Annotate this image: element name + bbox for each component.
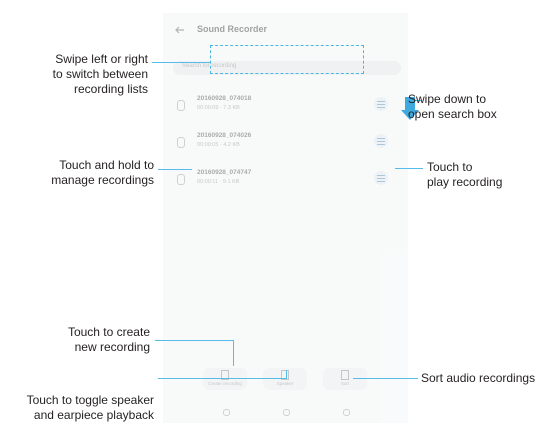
callout-line-toggle-drop: [286, 370, 287, 379]
back-arrow-icon[interactable]: [175, 25, 185, 35]
callout-line-swipe: [152, 62, 210, 63]
play-icon[interactable]: [374, 171, 388, 185]
callout-line-touch-hold: [158, 169, 192, 170]
create-recording-button[interactable]: Create recording: [203, 368, 247, 390]
bottom-action-bar: Create recording Speaker Sort: [203, 368, 373, 390]
play-icon[interactable]: [374, 97, 388, 111]
callout-line-touch-play: [395, 168, 423, 169]
sort-button[interactable]: Sort: [323, 368, 367, 390]
callout-touch-hold: Touch and hold to manage recordings: [51, 158, 154, 187]
app-header: Sound Recorder: [163, 13, 408, 49]
button-label: Speaker: [276, 381, 294, 386]
sort-icon: [341, 370, 349, 380]
callout-sort-audio: Sort audio recordings: [421, 371, 536, 385]
callout-toggle-speaker: Touch to toggle speaker and earpiece pla…: [26, 393, 154, 422]
microphone-icon: [177, 100, 185, 111]
recording-name: 20160928_074018: [197, 95, 252, 102]
microphone-icon: [177, 174, 185, 185]
callout-swipe-lists: Swipe left or right to switch between re…: [52, 52, 148, 96]
callout-touch-play: Touch to play recording: [427, 160, 503, 189]
system-navigation-bar: [163, 405, 408, 421]
callout-swipe-down: Swipe down to open search box: [408, 92, 497, 121]
speaker-toggle-button[interactable]: Speaker: [263, 368, 307, 390]
callout-line-create-drop: [233, 340, 234, 366]
back-nav-icon[interactable]: [223, 409, 230, 416]
recording-name: 20160928_074747: [197, 169, 252, 176]
button-label: Sort: [340, 381, 350, 386]
recording-meta: 00:00:11 · 9.1 KB: [197, 179, 240, 185]
callout-create-new: Touch to create new recording: [67, 325, 150, 354]
callout-line-sort: [353, 378, 418, 379]
recording-name: 20160928_074026: [197, 132, 252, 139]
recording-list-item[interactable]: 20160928_074018 00:00:09 · 7.3 KB: [177, 93, 397, 117]
app-title: Sound Recorder: [197, 24, 268, 34]
microphone-icon: [177, 137, 185, 148]
button-label: Create recording: [208, 381, 242, 386]
home-nav-icon[interactable]: [283, 409, 290, 416]
play-icon[interactable]: [374, 134, 388, 148]
callout-line-create: [155, 340, 233, 341]
phone-screenshot: Sound Recorder Search for recording 2016…: [163, 13, 408, 423]
recording-meta: 00:00:09 · 7.3 KB: [197, 105, 240, 111]
recording-meta: 00:00:05 · 4.2 KB: [197, 142, 240, 148]
recents-nav-icon[interactable]: [343, 409, 350, 416]
recording-list-item[interactable]: 20160928_074026 00:00:05 · 4.2 KB: [177, 130, 397, 154]
callout-line-toggle: [158, 378, 286, 379]
swipe-area-highlight: [210, 45, 364, 74]
recording-list-item[interactable]: 20160928_074747 00:00:11 · 9.1 KB: [177, 167, 397, 191]
